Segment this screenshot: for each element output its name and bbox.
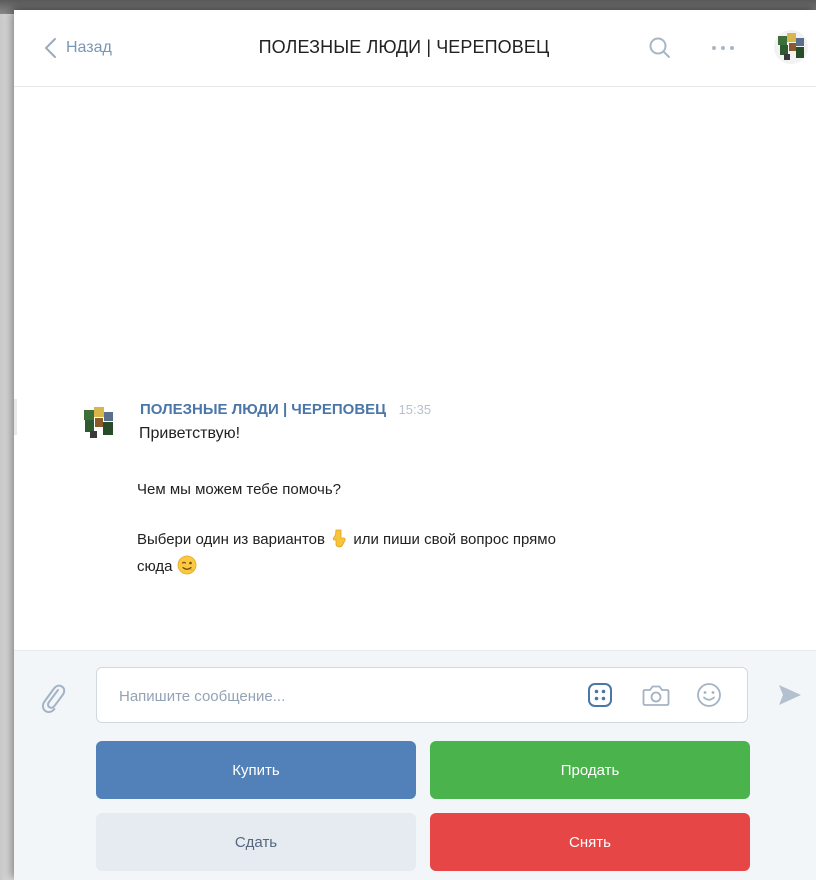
keyboard-button-buy[interactable]: Купить [96, 741, 416, 799]
community-avatar[interactable] [774, 30, 808, 64]
chat-header: Назад ПОЛЕЗНЫЕ ЛЮДИ | ЧЕРЕПОВЕЦ [14, 10, 816, 87]
message-greeting: Приветствую! [139, 425, 241, 442]
send-icon[interactable] [776, 681, 804, 709]
search-icon[interactable] [647, 35, 673, 61]
attach-icon[interactable] [40, 681, 66, 715]
back-button[interactable]: Назад [40, 34, 112, 62]
message-here-line: сюда [137, 555, 197, 575]
message-time: 15:35 [398, 402, 432, 417]
chat-window: Назад ПОЛЕЗНЫЕ ЛЮДИ | ЧЕРЕПОВЕЦ ПОЛЕЗНЫЕ… [14, 10, 816, 880]
chat-title: ПОЛЕЗНЫЕ ЛЮДИ | ЧЕРЕПОВЕЦ [258, 37, 550, 57]
camera-icon[interactable] [641, 681, 671, 709]
message-history: ПОЛЕЗНЫЕ ЛЮДИ | ЧЕРЕПОВЕЦ 15:35 Приветст… [14, 87, 816, 650]
message-choose-line: Выбери один из вариантов или пиши свой в… [137, 528, 556, 548]
message-accent [14, 399, 17, 435]
keyboard-button-rent[interactable]: Снять [430, 813, 750, 871]
author-avatar[interactable] [78, 403, 118, 443]
keyboard-button-sell[interactable]: Продать [430, 741, 750, 799]
message-choose-after: или пиши свой вопрос прямо [353, 531, 556, 548]
message-question: Чем мы можем тебе помочь? [137, 481, 341, 498]
message-input-box[interactable] [96, 667, 748, 723]
keyboard-button-rent-out[interactable]: Сдать [96, 813, 416, 871]
composer: Купить Продать Сдать Снять [14, 650, 816, 880]
message-here-text: сюда [137, 558, 173, 575]
message-author[interactable]: ПОЛЕЗНЫЕ ЛЮДИ | ЧЕРЕПОВЕЦ [140, 401, 386, 418]
community-logo-icon [774, 30, 808, 64]
pointing-down-emoji [333, 529, 346, 548]
smile-icon[interactable] [695, 681, 723, 709]
more-icon[interactable] [709, 41, 737, 55]
winking-face-emoji [177, 555, 197, 575]
screen: Назад ПОЛЕЗНЫЕ ЛЮДИ | ЧЕРЕПОВЕЦ ПОЛЕЗНЫЕ… [0, 0, 816, 880]
message-input[interactable] [117, 682, 561, 710]
keyboard-icon[interactable] [587, 682, 613, 708]
chevron-left-icon [45, 38, 56, 58]
back-label: Назад [66, 39, 112, 56]
community-logo-icon [78, 403, 118, 443]
backdrop-left [0, 14, 14, 880]
message-header: ПОЛЕЗНЫЕ ЛЮДИ | ЧЕРЕПОВЕЦ 15:35 [140, 401, 431, 419]
message-choose-before: Выбери один из вариантов [137, 531, 325, 548]
